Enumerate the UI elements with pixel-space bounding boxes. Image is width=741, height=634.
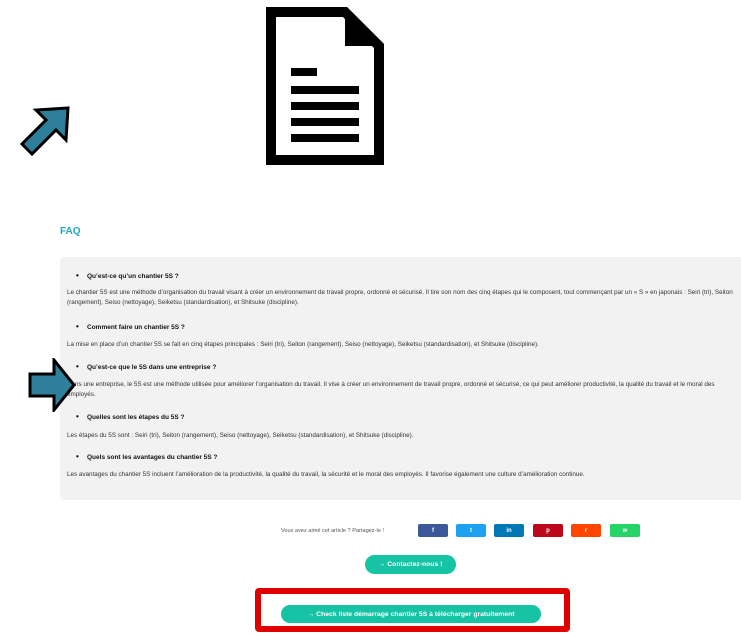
share-label: Vous avez aimé cet article ? Partagez-le… <box>281 528 384 534</box>
faq-heading: FAQ <box>60 226 81 237</box>
linkedin-icon: in <box>506 527 512 534</box>
faq-question-3: Qu’est-ce que le 5S dans une entreprise … <box>76 362 216 371</box>
arrow-up-right-icon <box>20 106 70 156</box>
faq-answer-5: Les avantages du chantier 5S incluent l’… <box>67 471 585 478</box>
share-linkedin-button[interactable]: in <box>494 524 524 537</box>
document-icon <box>266 7 384 165</box>
twitter-icon: t <box>470 527 472 534</box>
share-whatsapp-button[interactable]: w <box>610 524 640 537</box>
faq-answer-4: Les étapes du 5S sont : Seiri (tri), Sei… <box>67 432 414 439</box>
faq-question-1: Qu’est-ce qu’un chantier 5S ? <box>76 271 179 280</box>
faq-question-4: Quelles sont les étapes du 5S ? <box>76 412 185 421</box>
whatsapp-icon: w <box>622 527 628 534</box>
reddit-icon: r <box>584 527 588 534</box>
facebook-icon: f <box>432 527 434 534</box>
faq-answer-2: La mise en place d’un chantier 5S se fai… <box>67 341 539 348</box>
faq-answer-1: Le chantier 5S est une méthode d’organis… <box>67 289 733 306</box>
pinterest-icon: p <box>546 527 550 534</box>
faq-box: Qu’est-ce qu’un chantier 5S ? Le chantie… <box>60 257 741 500</box>
faq-question-2: Comment faire un chantier 5S ? <box>76 322 185 331</box>
share-twitter-button[interactable]: t <box>456 524 486 537</box>
download-checklist-button[interactable]: → Check liste démarrage chantier 5S à té… <box>281 605 541 623</box>
share-facebook-button[interactable]: f <box>418 524 448 537</box>
faq-question-5: Quels sont les avantages du chantier 5S … <box>76 452 217 461</box>
share-reddit-button[interactable]: r <box>571 524 601 537</box>
arrow-right-icon <box>28 358 76 412</box>
contact-button[interactable]: → Contactez-nous ! <box>365 555 456 574</box>
faq-answer-3: Dans une entreprise, le 5S est une métho… <box>67 381 715 398</box>
share-pinterest-button[interactable]: p <box>533 524 563 537</box>
